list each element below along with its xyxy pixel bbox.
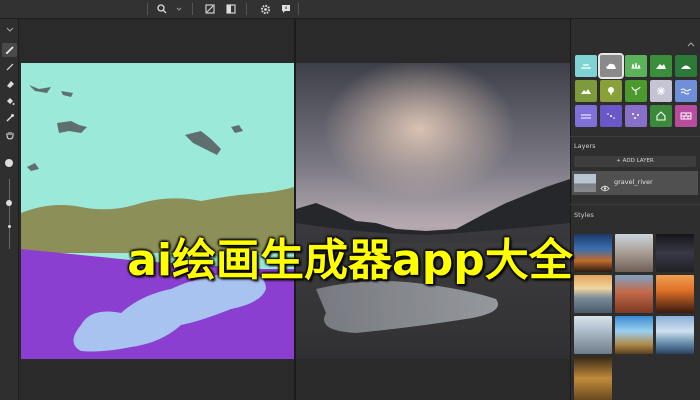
- top-toolbar: [0, 0, 700, 19]
- brush-size-slider-handle[interactable]: [6, 200, 12, 206]
- snow-swatch[interactable]: [650, 80, 672, 102]
- field-icon: [581, 89, 591, 94]
- dropdown-arrow-icon[interactable]: [172, 2, 186, 16]
- river-swatch[interactable]: [575, 105, 597, 127]
- collapse-chevron-icon[interactable]: [687, 32, 695, 51]
- segmentation-canvas[interactable]: [21, 63, 294, 359]
- style-thumbnail[interactable]: [574, 357, 612, 400]
- section-divider: [570, 136, 700, 137]
- toolbar-divider: [298, 3, 299, 15]
- stone-swatch[interactable]: [625, 105, 647, 127]
- tree-icon: [608, 87, 614, 95]
- line-icon[interactable]: [2, 60, 17, 74]
- cloud-icon: [606, 63, 616, 69]
- overlay-title: ai绘画生成器app大全: [127, 235, 573, 286]
- toolbar-divider: [246, 3, 247, 15]
- feedback-icon[interactable]: [279, 2, 293, 16]
- generated-landscape-image: [296, 63, 570, 359]
- fog-icon: [607, 113, 615, 119]
- eyedropper-icon[interactable]: [2, 111, 17, 125]
- toolbar-divider: [192, 3, 193, 15]
- visibility-eye-icon[interactable]: [600, 177, 610, 196]
- layer-thumbnail: [574, 174, 596, 192]
- water-icon: [680, 88, 692, 95]
- grass-icon: [631, 62, 641, 70]
- layers-title: Layers: [574, 142, 596, 150]
- eraser-icon[interactable]: [2, 77, 17, 91]
- style-thumbnail[interactable]: [615, 316, 653, 354]
- house-swatch[interactable]: [650, 105, 672, 127]
- hill-swatch[interactable]: [675, 55, 697, 77]
- field-swatch[interactable]: [575, 80, 597, 102]
- section-divider: [570, 204, 700, 205]
- gear-icon[interactable]: [258, 2, 272, 16]
- split-view-icon[interactable]: [224, 2, 238, 16]
- pen-icon[interactable]: [2, 43, 17, 57]
- tree-swatch[interactable]: [600, 80, 622, 102]
- add-layer-button[interactable]: + ADD LAYER: [574, 156, 696, 167]
- grass-swatch[interactable]: [625, 55, 647, 77]
- stone-icon: [632, 113, 639, 119]
- fog-swatch[interactable]: [600, 105, 622, 127]
- wall-swatch[interactable]: [675, 105, 697, 127]
- mountain-swatch[interactable]: [650, 55, 672, 77]
- plant-icon: [631, 86, 641, 95]
- mountain-icon: [656, 64, 666, 69]
- compare-icon[interactable]: [203, 2, 217, 16]
- hand-icon[interactable]: [2, 128, 17, 142]
- fill-bucket-icon[interactable]: [2, 94, 17, 108]
- menu-icon[interactable]: [2, 23, 17, 37]
- river-icon: [581, 114, 591, 119]
- style-thumbnail[interactable]: [574, 316, 612, 354]
- wall-icon: [680, 112, 692, 120]
- paint-app-window: Layers + ADD LAYER gravel_river Styles a…: [0, 0, 700, 400]
- sky-swatch[interactable]: [575, 55, 597, 77]
- water-swatch[interactable]: [675, 80, 697, 102]
- snow-icon: [657, 87, 665, 95]
- cloud-swatch[interactable]: [598, 53, 624, 79]
- brush-size-max-dot: [5, 159, 13, 167]
- toolbar-divider: [147, 3, 148, 15]
- sky-icon: [581, 64, 591, 69]
- layer-row[interactable]: gravel_river: [572, 171, 698, 195]
- house-icon: [656, 111, 666, 121]
- styles-title: Styles: [574, 211, 594, 219]
- search-icon[interactable]: [155, 2, 169, 16]
- layer-name: gravel_river: [614, 178, 653, 186]
- hill-icon: [681, 65, 691, 69]
- style-thumbnail[interactable]: [656, 316, 694, 354]
- tool-strip: [0, 19, 19, 400]
- plant-swatch[interactable]: [625, 80, 647, 102]
